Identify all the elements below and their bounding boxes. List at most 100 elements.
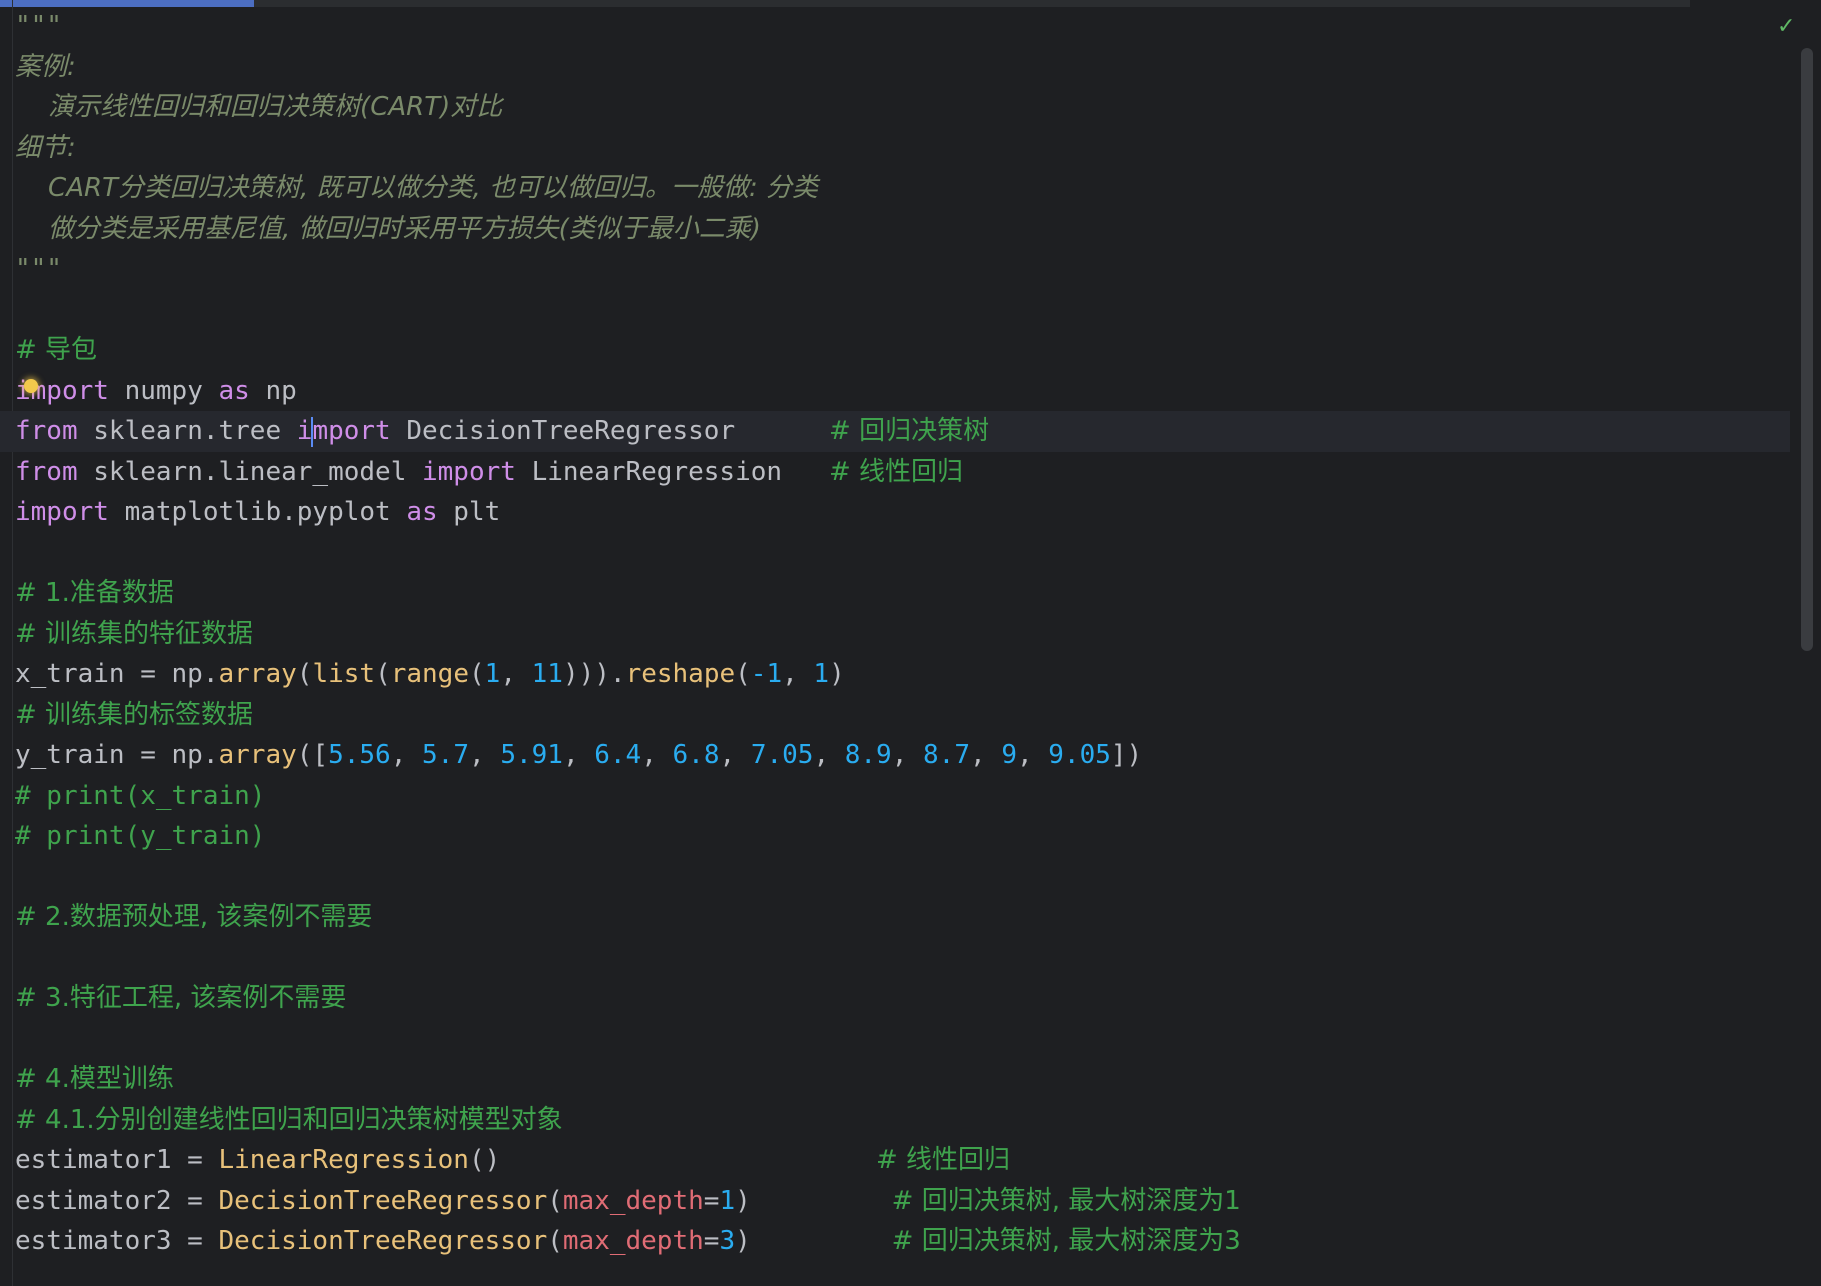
code-token: # 回归决策树	[829, 416, 990, 446]
code-line[interactable]: # 2.数据预处理, 该案例不需要	[0, 897, 1790, 938]
code-token: 7.05	[750, 740, 814, 770]
code-token: y_train = np.	[15, 740, 219, 770]
code-token: i	[296, 416, 313, 446]
code-token: 9.05	[1048, 740, 1111, 770]
code-token: 5.56	[328, 740, 391, 770]
code-line[interactable]: estimator3 = DecisionTreeRegressor(max_d…	[0, 1221, 1790, 1262]
code-line[interactable]: # print(y_train)	[0, 816, 1790, 857]
code-line[interactable]: 细节:	[0, 128, 1790, 169]
code-token: =	[703, 1226, 720, 1256]
code-token: sklearn.tree	[77, 416, 297, 446]
code-line[interactable]: # 1.准备数据	[0, 573, 1790, 614]
code-line[interactable]: # 4.1.分别创建线性回归和回归决策树模型对象	[0, 1100, 1790, 1141]
code-line[interactable]: # print(x_train)	[0, 776, 1790, 817]
code-token: DecisionTreeRegressor	[218, 1185, 548, 1216]
code-line[interactable]: """	[0, 249, 1790, 290]
code-line[interactable]: # 训练集的标签数据	[0, 695, 1790, 736]
code-token: 1	[719, 1185, 736, 1216]
code-line[interactable]	[0, 290, 1790, 331]
code-token: ,	[719, 740, 751, 770]
code-token: as	[218, 375, 250, 406]
code-token: 案例:	[15, 51, 76, 82]
code-token: LinearRegression	[218, 1145, 469, 1175]
code-line[interactable]: y_train = np.array([5.56, 5.7, 5.91, 6.4…	[0, 735, 1790, 776]
code-token: # 1.准备数据	[15, 578, 174, 608]
code-line[interactable]: # 导包	[0, 330, 1790, 371]
code-token: ([	[296, 740, 329, 770]
code-token: # 回归决策树, 最大树深度为3	[891, 1226, 1241, 1256]
code-token: """	[15, 11, 62, 41]
code-token: (	[469, 659, 485, 689]
code-token: max_depth	[562, 1226, 704, 1256]
code-token: # print(x_train)	[15, 780, 266, 811]
code-token: 细节:	[15, 132, 76, 163]
code-token: list	[312, 659, 376, 689]
code-token: import	[15, 497, 109, 527]
code-token: reshape	[625, 659, 736, 689]
code-token: """	[15, 254, 62, 284]
code-token: 8.7	[923, 740, 970, 770]
code-token: ,	[1016, 740, 1049, 770]
code-token: 做分类是采用基尼值, 做回归时采用平方损失(类似于最小二乘)	[15, 213, 761, 244]
code-line[interactable]: x_train = np.array(list(range(1, 11))).r…	[0, 654, 1790, 695]
code-token: estimator3 =	[15, 1226, 219, 1256]
code-token: ,	[390, 740, 423, 770]
code-editor[interactable]: """ 案例: 演示线性回归和回归决策树(CART)对比细节: CART分类回归决…	[0, 0, 1821, 1286]
code-token: 8.9	[844, 740, 892, 770]
code-line[interactable]: estimator1 = LinearRegression() # 线性回归	[0, 1140, 1790, 1181]
code-token: # 导包	[15, 335, 98, 365]
code-token: max_depth	[562, 1185, 704, 1216]
code-token: =	[703, 1185, 720, 1216]
code-line[interactable]: 案例:	[0, 47, 1790, 88]
code-line[interactable]: # 4.模型训练	[0, 1059, 1790, 1100]
code-token: # 线性回归	[829, 456, 964, 487]
code-token: ,	[469, 740, 501, 770]
code-line[interactable]: 做分类是采用基尼值, 做回归时采用平方损失(类似于最小二乘)	[0, 209, 1790, 250]
code-token: # 回归决策树, 最大树深度为1	[891, 1185, 1241, 1216]
code-token: DecisionTreeRegressor	[218, 1226, 548, 1256]
code-token: estimator2 =	[15, 1185, 219, 1216]
code-token: as	[406, 497, 438, 527]
code-token: np	[249, 375, 297, 406]
code-token: array	[218, 659, 297, 689]
code-line[interactable]: CART分类回归决策树, 既可以做分类, 也可以做回归。一般做: 分类	[0, 168, 1790, 209]
code-token: -1	[750, 659, 783, 689]
code-line[interactable]: import numpy as np	[0, 371, 1790, 412]
code-line[interactable]	[0, 857, 1790, 898]
lightbulb-icon[interactable]	[24, 378, 38, 393]
code-line[interactable]: estimator2 = DecisionTreeRegressor(max_d…	[0, 1181, 1790, 1222]
check-icon[interactable]: ✓	[1777, 16, 1799, 38]
code-token: 3	[719, 1226, 736, 1256]
code-line[interactable]: # 训练集的特征数据	[0, 614, 1790, 655]
code-line[interactable]: 演示线性回归和回归决策树(CART)对比	[0, 87, 1790, 128]
code-token: DecisionTreeRegressor	[390, 416, 830, 446]
code-token: 1	[813, 659, 830, 689]
code-line[interactable]: import matplotlib.pyplot as plt	[0, 492, 1790, 533]
code-token: ()	[468, 1145, 876, 1175]
code-token: )	[735, 1226, 892, 1256]
code-line[interactable]: # 3.特征工程, 该案例不需要	[0, 978, 1790, 1019]
code-token: ,	[891, 740, 924, 770]
scrollbar-thumb[interactable]	[1801, 48, 1813, 651]
code-token: 6.4	[594, 740, 642, 770]
code-line[interactable]: from sklearn.tree import DecisionTreeReg…	[0, 411, 1790, 452]
code-token: mport	[312, 416, 391, 446]
code-token: ,	[813, 740, 845, 770]
code-line[interactable]	[0, 938, 1790, 979]
code-line[interactable]: from sklearn.linear_model import LinearR…	[0, 452, 1790, 493]
code-token: )	[829, 659, 845, 689]
code-lines[interactable]: """ 案例: 演示线性回归和回归决策树(CART)对比细节: CART分类回归决…	[0, 6, 1790, 1262]
code-token: # 4.1.分别创建线性回归和回归决策树模型对象	[15, 1104, 563, 1135]
code-token: # print(y_train)	[15, 821, 266, 851]
code-token: ,	[500, 659, 532, 689]
code-token: # 训练集的标签数据	[15, 699, 254, 730]
code-token: LinearRegression	[515, 456, 829, 487]
code-line[interactable]	[0, 1019, 1790, 1060]
code-token: )	[735, 1185, 892, 1216]
code-line[interactable]: """	[0, 6, 1790, 47]
code-token: # 4.模型训练	[15, 1064, 174, 1094]
code-token: sklearn.linear_model	[77, 456, 422, 487]
code-token: ,	[562, 740, 595, 770]
code-line[interactable]	[0, 533, 1790, 574]
code-token: 11	[531, 659, 563, 689]
